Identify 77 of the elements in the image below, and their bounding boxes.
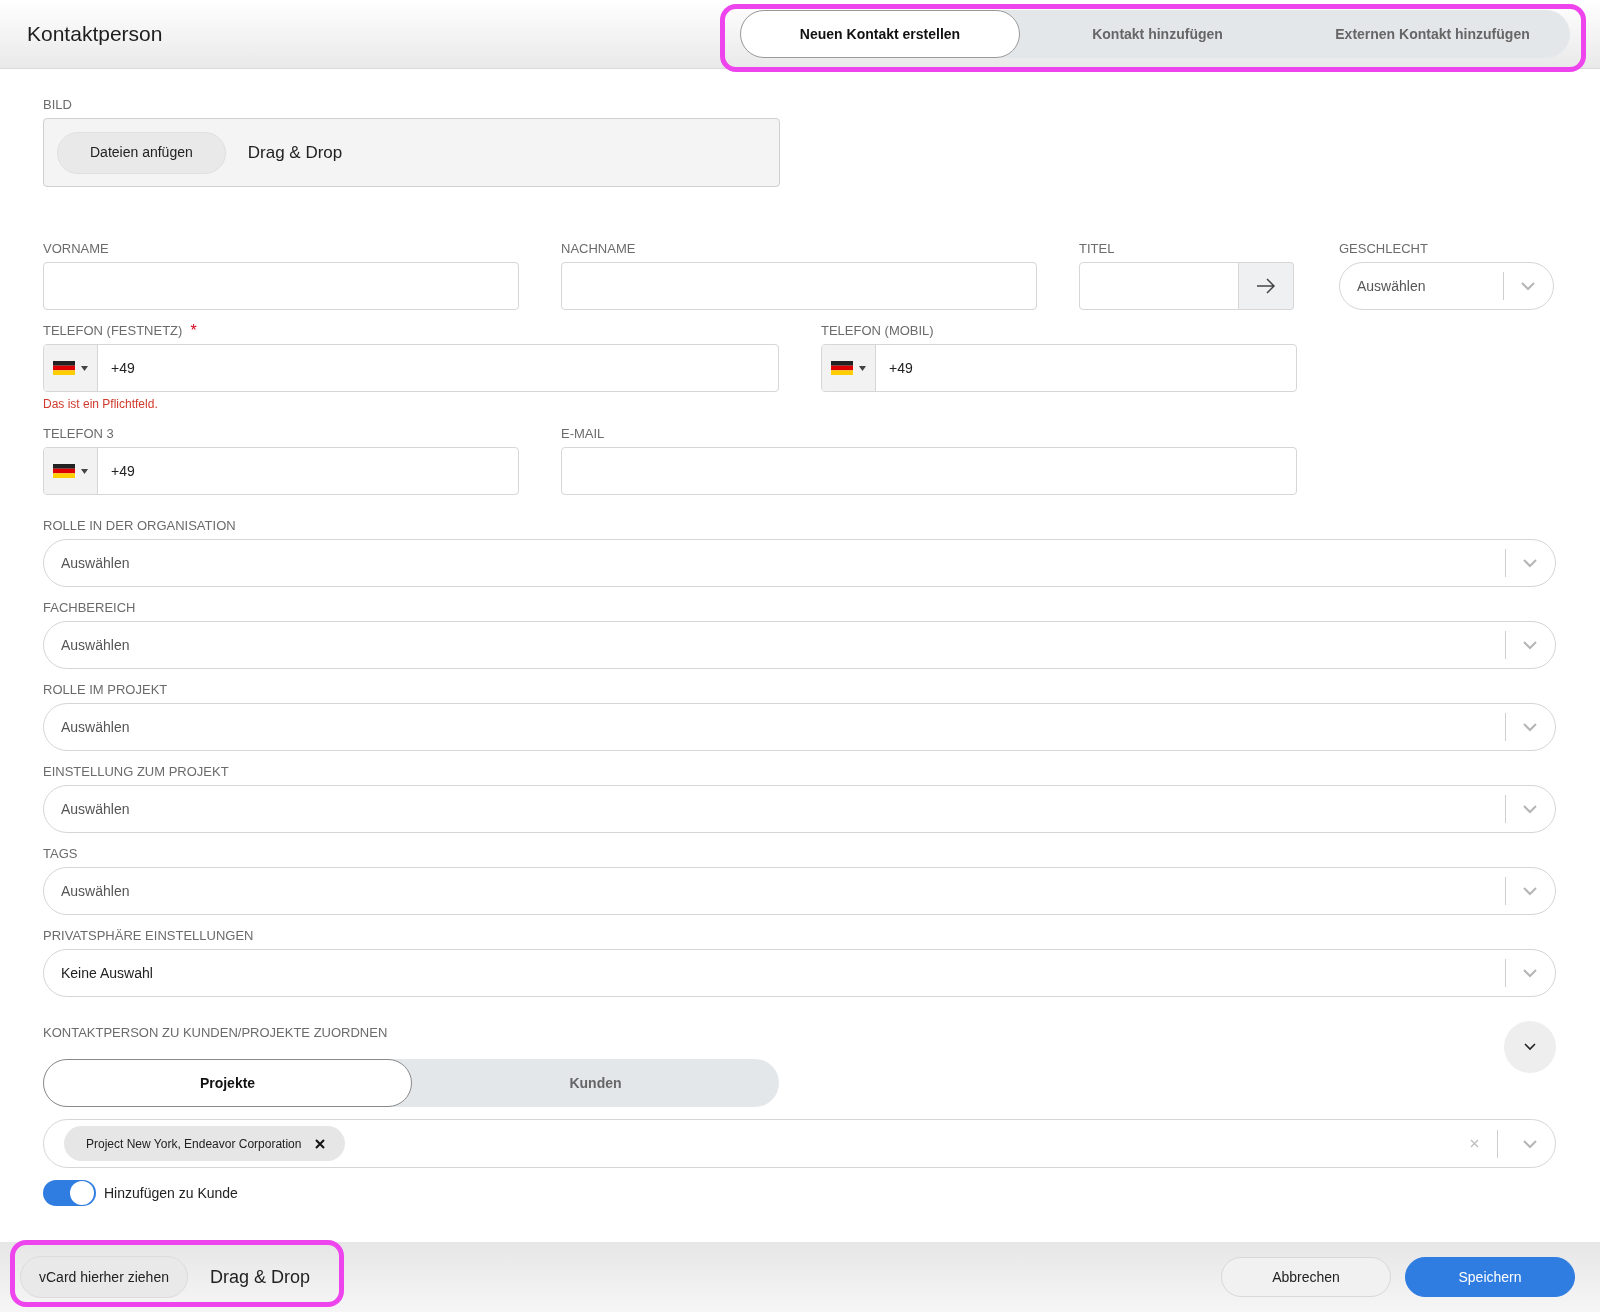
caret-icon <box>859 365 866 371</box>
clear-icon[interactable] <box>1470 1139 1479 1148</box>
field-label: ROLLE IM PROJEKT <box>43 680 168 699</box>
arrow-button[interactable] <box>1239 262 1294 310</box>
tab[interactable]: Kontakt hinzufügen <box>1020 10 1295 58</box>
caret-icon <box>81 468 88 474</box>
select-placeholder: Auswählen <box>61 881 131 901</box>
country-picker[interactable] <box>44 345 98 391</box>
gender-select[interactable]: Auswählen <box>1339 262 1554 310</box>
field-label: TAGS <box>43 844 78 863</box>
chevron-down-icon <box>1522 558 1538 568</box>
close-icon[interactable] <box>315 1138 326 1149</box>
field-label: VORNAME <box>43 239 109 258</box>
chevron-down-icon <box>1520 281 1536 291</box>
segment-tab[interactable]: Projekte <box>43 1059 412 1107</box>
toggle-label: Hinzufügen zu Kunde <box>104 1183 238 1203</box>
error-message: Das ist ein Pflichtfeld. <box>43 396 159 413</box>
select-placeholder: Auswählen <box>61 553 131 573</box>
phone-value: +49 <box>111 358 135 378</box>
field-label: GESCHLECHT <box>1339 239 1428 258</box>
save-button[interactable]: Speichern <box>1405 1257 1575 1297</box>
dropdown-select[interactable]: Auswählen <box>43 785 1556 833</box>
field-label: PRIVATSPHÄRE EINSTELLUNGEN <box>43 926 254 945</box>
select-value: Keine Auswahl <box>61 963 154 983</box>
segment-tab[interactable]: Kunden <box>412 1059 779 1107</box>
dropdown-select[interactable]: Auswählen <box>43 621 1556 669</box>
country-picker[interactable] <box>822 345 876 391</box>
dropdown-select[interactable]: Auswählen <box>43 539 1556 587</box>
dialog-title: Kontaktperson <box>27 21 164 48</box>
chevron-down-icon <box>1522 722 1538 732</box>
chevron-down-icon <box>1522 886 1538 896</box>
chevron-down-icon <box>1522 1138 1538 1149</box>
chevron-icon <box>1524 1043 1536 1051</box>
field-label: EINSTELLUNG ZUM PROJEKT <box>43 762 229 781</box>
select-placeholder: Auswählen <box>61 635 131 655</box>
tab[interactable]: Neuen Kontakt erstellen <box>740 10 1020 58</box>
field-label: ROLLE IN DER ORGANISATION <box>43 516 236 535</box>
section-heading: KONTAKTPERSON ZU KUNDEN/PROJEKTE ZUORDNEN <box>43 1024 388 1042</box>
select-placeholder: Auswählen <box>61 717 131 737</box>
text-field[interactable] <box>561 262 1037 310</box>
german-flag-icon <box>53 361 75 375</box>
field-label: BILD <box>43 95 72 114</box>
dropdown-select[interactable]: Keine Auswahl <box>43 949 1556 997</box>
caret-icon <box>81 365 88 371</box>
field-label: TITEL <box>1079 239 1115 258</box>
drop-hint: Drag & Drop <box>209 1265 311 1289</box>
chip-label: Project New York, Endeavor Corporation <box>86 1135 302 1153</box>
country-picker[interactable] <box>44 448 98 494</box>
phone-value: +49 <box>889 358 913 378</box>
cancel-button[interactable]: Abbrechen <box>1221 1257 1391 1297</box>
field-label: FACHBEREICH <box>43 598 136 617</box>
phone-value: +49 <box>111 461 135 481</box>
title-field[interactable] <box>1079 262 1239 310</box>
vcard-drop-button[interactable]: vCard hierher ziehen <box>20 1256 188 1298</box>
select-placeholder: Auswählen <box>1357 276 1427 296</box>
dropdown-select[interactable]: Auswählen <box>43 703 1556 751</box>
file-drop-zone[interactable]: Dateien anfügen Drag & Drop <box>43 118 780 187</box>
chevron-down-icon <box>1522 804 1538 814</box>
text-field[interactable] <box>561 447 1297 495</box>
chevron-down-icon <box>1522 640 1538 650</box>
drop-hint: Drag & Drop <box>247 141 343 164</box>
field-label: TELEFON 3 <box>43 424 114 443</box>
field-label: NACHNAME <box>561 239 636 258</box>
tab[interactable]: Externen Kontakt hinzufügen <box>1295 10 1570 58</box>
required-mark: * <box>190 322 197 339</box>
field-label: TELEFON (MOBIL) <box>821 321 934 340</box>
field-label: TELEFON (FESTNETZ) <box>43 321 183 340</box>
text-field[interactable] <box>43 262 519 310</box>
attach-files-button[interactable]: Dateien anfügen <box>57 131 226 174</box>
toggle-switch[interactable] <box>43 1180 96 1206</box>
field-label: E-MAIL <box>561 424 605 443</box>
chevron-down-icon <box>1522 968 1538 978</box>
german-flag-icon <box>831 361 853 375</box>
german-flag-icon <box>53 464 75 478</box>
arrow-right-icon <box>1256 278 1276 294</box>
dropdown-select[interactable]: Auswählen <box>43 867 1556 915</box>
select-placeholder: Auswählen <box>61 799 131 819</box>
